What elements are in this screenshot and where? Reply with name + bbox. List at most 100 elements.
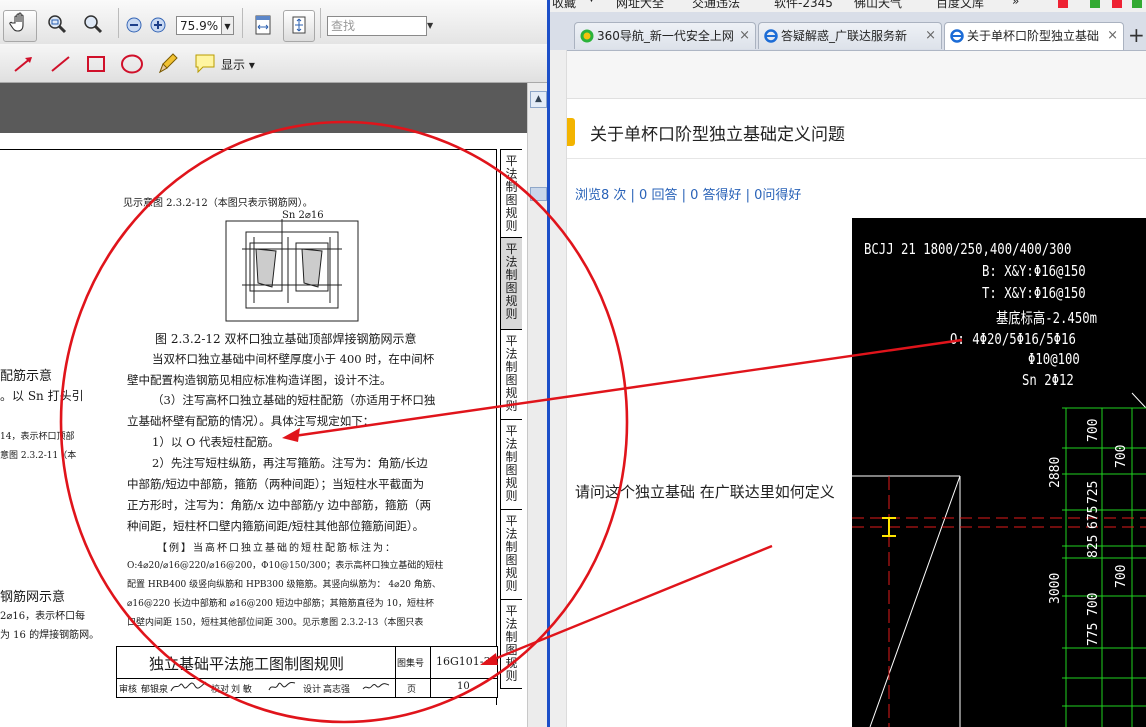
cad-dimension: 700 [1114, 564, 1129, 588]
bookmark-item[interactable]: 百度文库 [936, 0, 984, 11]
show-menu-button[interactable]: 显示 ▾ [221, 56, 255, 73]
side-tab: 平法制图规则 [500, 599, 522, 689]
new-tab-button[interactable]: + [1128, 24, 1145, 46]
pdf-vertical-scrollbar[interactable]: ▲ [527, 83, 547, 727]
reviewer-label: 审核 [119, 685, 138, 695]
zoom-out-icon [126, 17, 142, 33]
tab-cup-foundation[interactable]: 关于单杯口阶型独立基础 × [944, 22, 1124, 50]
tab-label: 360导航_新一代安全上网 [597, 29, 734, 43]
body-line: 中部筋/短边中部筋，箍筋（两种间距）；当短柱水平截面为 [127, 477, 425, 491]
cad-dimension: 2880 [1048, 456, 1063, 488]
app-icon[interactable] [1132, 0, 1142, 8]
example-line: 【例】当高杯口独立基础的短柱配筋标注为： [157, 543, 397, 554]
question-stats[interactable]: 浏览8 次 | 0 回答 | 0 答得好 | 0问得好 [575, 184, 801, 203]
body-line: 壁中配置构造钢筋见相应标准构造详图，设计不注。 [127, 373, 392, 387]
signature-2 [268, 681, 296, 691]
cad-linework [852, 392, 1146, 727]
hand-tool-button[interactable] [3, 10, 37, 42]
reviewer-name: 郁银泉 [141, 685, 169, 695]
cad-drawing-image: BCJJ 21 1800/250,400/400/300 B: X&Y:Φ16@… [852, 218, 1146, 727]
arrow-tool-icon[interactable] [13, 55, 35, 73]
signature-1 [170, 681, 207, 692]
atlas-label: 图集号 [397, 659, 425, 669]
example-line: ⌀16@220 长边中部筋和 ⌀16@200 短边中部筋；其箍筋直径为 10，短… [127, 599, 434, 609]
atlas-number: 16G101-3 [436, 655, 491, 668]
pencil-tool-icon[interactable] [156, 52, 180, 76]
fit-page-button[interactable] [283, 10, 315, 42]
side-tab: 平法制图规则 [500, 329, 522, 419]
left-column-text: 配筋示意 [0, 369, 53, 384]
magnifier-icon [84, 15, 103, 34]
bookmark-item[interactable]: 交通违法 [692, 0, 740, 11]
intro-text: 见示意图 2.3.2-12（本图只表示钢筋网）。 [123, 198, 313, 209]
show-menu-label: 显示 [221, 58, 246, 72]
pdf-toolbar-top: 75.9% ▼ 查找 ▼ [0, 0, 547, 45]
figure-caption: 图 2.3.2-12 双杯口独立基础顶部焊接钢筋网示意 [155, 332, 417, 346]
page-frame-top [0, 149, 496, 150]
zoom-level-input[interactable]: 75.9% [176, 16, 222, 35]
chevron-down-icon[interactable]: ▼ [588, 0, 595, 4]
scroll-up-arrow[interactable]: ▲ [530, 91, 547, 108]
bookmark-item[interactable]: 佛山天气 [854, 0, 902, 11]
pdf-comment-toolbar: 显示 ▾ [0, 44, 547, 83]
find-input[interactable]: 查找 [327, 16, 427, 36]
figure-drawing [225, 219, 359, 322]
close-tab-icon[interactable]: × [1107, 23, 1118, 49]
left-column-text: 。以 Sn 打头引 [0, 389, 84, 403]
bookmark-item[interactable]: 软件-2345 [774, 0, 833, 11]
cad-dimension: 700 [1086, 418, 1101, 442]
zoom-dropdown-arrow[interactable]: ▼ [222, 16, 234, 35]
rectangle-tool-icon[interactable] [86, 54, 106, 74]
body-line: 当双杯口独立基础中间杯壁厚度小于 400 时，在中间杯 [152, 352, 435, 366]
close-tab-icon[interactable]: × [925, 23, 936, 49]
browser-e-favicon-icon [950, 29, 964, 43]
example-line: 口壁内间距 150，短柱其他部位间距 300。见示意图 2.3.2-13（本图只… [127, 618, 424, 628]
bookmark-item[interactable]: 收藏 [552, 0, 576, 11]
fit-width-button[interactable] [252, 14, 274, 36]
toolbar-divider [118, 8, 119, 38]
left-column-text: 钢筋网示意 [0, 590, 66, 605]
close-tab-icon[interactable]: × [739, 23, 750, 49]
zoom-tool-button[interactable] [44, 12, 72, 40]
side-tab-active: 平法制图规则 [500, 237, 522, 329]
more-bookmarks-icon[interactable]: » [1012, 0, 1019, 8]
title-block: 独立基础平法施工图制图规则 图集号 16G101-3 审核 郁银泉 校对 刘 敏… [116, 646, 498, 698]
tab-label: 答疑解惑_广联达服务新 [781, 29, 908, 43]
page-number: 10 [457, 681, 470, 692]
tab-glodon-answers[interactable]: 答疑解惑_广联达服务新 × [758, 22, 942, 49]
tab-360-nav[interactable]: 360导航_新一代安全上网 × [574, 22, 756, 49]
cad-dimension: 825 [1086, 534, 1101, 558]
page-label: 页 [407, 685, 417, 695]
pdf-page-gap [0, 83, 527, 133]
app-icon[interactable] [1090, 0, 1100, 8]
fit-width-icon [255, 15, 271, 35]
oval-tool-icon[interactable] [120, 53, 144, 75]
question-title: 关于单杯口阶型独立基础定义问题 [590, 125, 845, 145]
bookmark-item[interactable]: 网址大全 [616, 0, 664, 11]
page-header-area [566, 51, 1146, 99]
browser-e-favicon-icon [764, 29, 778, 43]
example-line: 配置 HRB400 级竖向纵筋和 HPB300 级箍筋。其竖向纵筋为： 4⌀20… [127, 580, 441, 590]
line-tool-icon[interactable] [50, 55, 72, 73]
title-block-divider [430, 647, 431, 697]
zoom-in-icon [150, 17, 166, 33]
dynamic-zoom-button[interactable] [80, 12, 108, 40]
find-dropdown-arrow[interactable]: ▼ [427, 16, 437, 36]
scroll-thumb[interactable] [530, 187, 547, 201]
zoom-in-button[interactable] [150, 17, 166, 33]
app-icon[interactable] [1058, 0, 1068, 8]
app-icon[interactable] [1112, 0, 1122, 8]
fit-page-icon [292, 16, 306, 34]
example-line: O:4⌀20/⌀16@220/⌀16@200，Φ10@150/300；表示高杯口… [127, 561, 444, 571]
cad-dimension: 3000 [1048, 572, 1063, 604]
side-tab: 平法制图规则 [500, 509, 522, 599]
left-column-text: 2⌀16，表示杯口每 [0, 611, 86, 622]
zoom-out-button[interactable] [126, 17, 142, 33]
checker-label: 校对 [211, 685, 230, 695]
side-tab: 平法制图规则 [500, 419, 522, 509]
comment-bubble-icon[interactable] [194, 53, 218, 75]
hand-icon [9, 12, 24, 32]
cad-dimension: 700 [1086, 592, 1101, 616]
title-block-divider [395, 647, 396, 697]
designer-label: 设计 [303, 685, 322, 695]
